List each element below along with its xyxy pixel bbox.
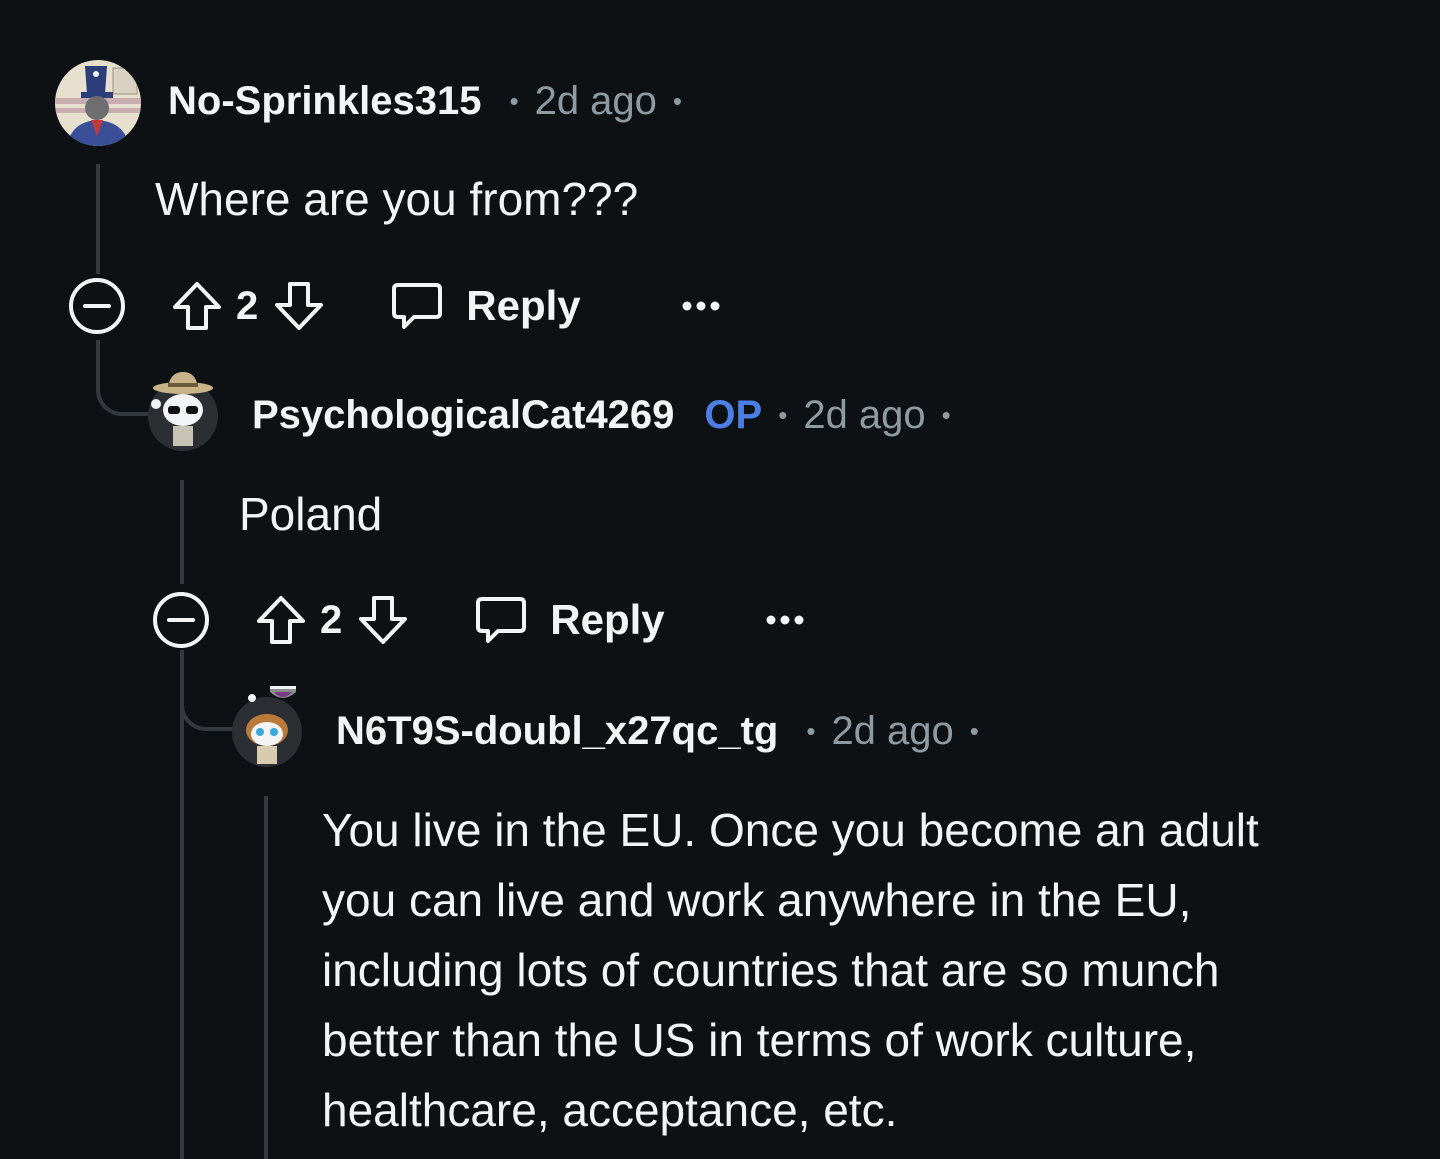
more-dots-icon	[682, 301, 720, 311]
separator-dot: •	[778, 399, 788, 430]
thread-line[interactable]	[180, 650, 184, 1159]
downvote-arrow-icon	[359, 596, 408, 644]
comment-header: PsychologicalCat4269 OP • 2d ago •	[252, 390, 967, 440]
comment-bubble-icon	[392, 283, 443, 329]
separator-dot: •	[509, 85, 519, 116]
thread-connector	[180, 655, 236, 731]
timestamp[interactable]: 2d ago	[535, 79, 657, 124]
comment-actions: 2 Reply	[68, 276, 721, 336]
username[interactable]: PsychologicalCat4269	[252, 393, 674, 438]
thread-line[interactable]	[96, 164, 100, 274]
comment-body: Poland	[239, 488, 383, 540]
comment-actions: 2 Reply	[152, 590, 805, 650]
more-options-button[interactable]	[681, 300, 721, 312]
upvote-button[interactable]	[254, 593, 308, 647]
vote-count: 2	[320, 597, 343, 642]
downvote-button[interactable]	[272, 279, 326, 333]
snoo-with-hat-avatar-icon	[148, 372, 218, 451]
upvote-arrow-icon	[173, 282, 221, 330]
collapse-minus-icon	[69, 278, 125, 334]
more-options-button[interactable]	[765, 614, 805, 626]
vote-count: 2	[236, 283, 259, 328]
reply-button[interactable]: Reply	[474, 593, 665, 647]
timestamp[interactable]: 2d ago	[803, 393, 925, 438]
upvote-button[interactable]	[170, 279, 224, 333]
avatar[interactable]	[230, 684, 304, 768]
reply-label: Reply	[466, 282, 581, 329]
reply-button[interactable]: Reply	[390, 279, 581, 333]
avatar[interactable]	[146, 372, 220, 452]
separator-dot: •	[941, 399, 951, 430]
comment-body-line: better than the US in terms of work cult…	[322, 1014, 1197, 1066]
comment-body-line: You live in the EU. Once you become an a…	[322, 804, 1259, 856]
separator-dot: •	[806, 715, 816, 746]
comment-bubble-icon	[476, 597, 527, 643]
more-dots-icon	[766, 615, 804, 625]
thread-line[interactable]	[180, 480, 184, 584]
comment-body-line: including lots of countries that are so …	[322, 944, 1220, 996]
snoo-flag-avatar-icon	[232, 686, 302, 767]
comment-body: You live in the EU. Once you become an a…	[322, 795, 1412, 1145]
comment-body-line: healthcare, acceptance, etc.	[322, 1084, 898, 1136]
username[interactable]: N6T9S-doubl_x27qc_tg	[336, 709, 778, 754]
thread-connector	[96, 340, 152, 416]
uncle-sam-avatar-icon	[55, 60, 141, 146]
comment-header: N6T9S-doubl_x27qc_tg • 2d ago •	[336, 706, 995, 756]
avatar[interactable]	[55, 60, 141, 146]
upvote-arrow-icon	[257, 596, 305, 644]
downvote-button[interactable]	[356, 593, 410, 647]
collapse-button[interactable]	[68, 277, 126, 335]
thread-line[interactable]	[264, 796, 268, 1159]
timestamp[interactable]: 2d ago	[831, 709, 953, 754]
comment-header: No-Sprinkles315 • 2d ago •	[168, 76, 698, 126]
reply-label: Reply	[550, 596, 665, 643]
separator-dot: •	[672, 85, 683, 116]
comment-thread: No-Sprinkles315 • 2d ago • Where are you…	[0, 0, 1440, 1159]
separator-dot: •	[969, 715, 979, 746]
collapse-minus-icon	[153, 592, 209, 648]
comment-body: Where are you from???	[155, 173, 639, 225]
comment-body-line: you can live and work anywhere in the EU…	[322, 874, 1192, 926]
username[interactable]: No-Sprinkles315	[168, 79, 481, 124]
collapse-button[interactable]	[152, 591, 210, 649]
downvote-arrow-icon	[275, 282, 324, 330]
op-badge: OP	[704, 392, 763, 437]
